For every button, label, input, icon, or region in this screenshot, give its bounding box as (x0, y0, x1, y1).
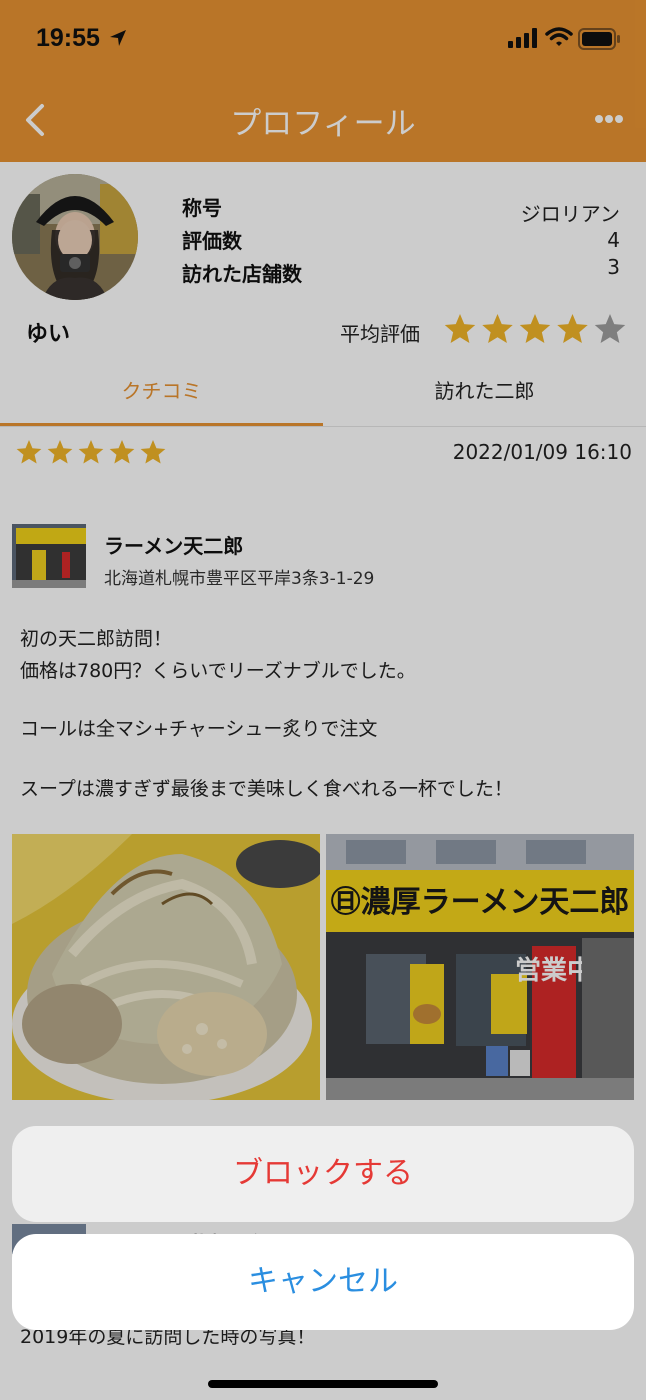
cancel-button[interactable]: キャンセル (12, 1234, 634, 1330)
home-indicator[interactable] (208, 1380, 438, 1388)
block-button[interactable]: ブロックする (12, 1126, 634, 1222)
